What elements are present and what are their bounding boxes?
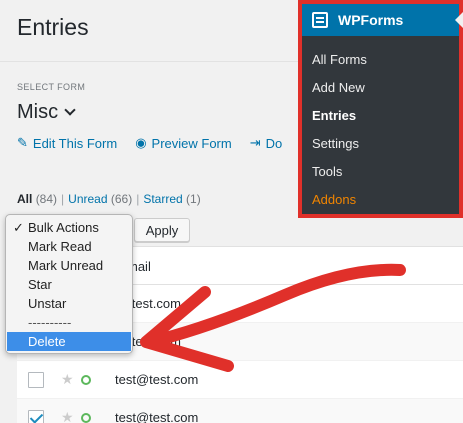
page-title: Entries [17, 14, 89, 40]
edit-form-label: Edit This Form [32, 135, 118, 151]
menu-item-addons[interactable]: Addons [302, 186, 459, 214]
bulk-option-mark-read[interactable]: Mark Read [6, 237, 132, 256]
menu-item-settings[interactable]: Settings [302, 130, 459, 158]
form-selector-value: Misc [17, 101, 59, 123]
menu-item-entries[interactable]: Entries [302, 102, 459, 130]
bulk-option-star[interactable]: Star [6, 275, 132, 294]
wpforms-menu-title: WPForms [338, 12, 404, 28]
preview-form-label: Preview Form [151, 135, 232, 151]
wpforms-admin-menu: WPForms All Forms Add New Entries Settin… [298, 0, 463, 218]
eye-icon: ◉ [135, 135, 147, 150]
row-checkbox-checked[interactable] [28, 410, 44, 423]
form-actions: ✎ Edit This Form ◉ Preview Form ⇥ Do [17, 135, 282, 151]
wpforms-logo-icon [312, 12, 328, 28]
read-status-icon[interactable] [81, 413, 91, 423]
filter-separator: | [61, 192, 65, 206]
entry-email[interactable]: test@test.com [115, 410, 198, 423]
wpforms-menu-header[interactable]: WPForms [302, 4, 463, 36]
star-icon[interactable]: ★ [61, 409, 74, 423]
filter-unread[interactable]: Unread (66) [68, 192, 132, 206]
bulk-option-unstar[interactable]: Unstar [6, 294, 132, 313]
export-icon: ⇥ [249, 135, 261, 150]
filter-separator: | [136, 192, 140, 206]
form-selector[interactable]: Misc [17, 101, 76, 124]
chevron-down-icon [64, 104, 76, 116]
select-form-label: SELECT FORM [17, 82, 86, 92]
header-divider [0, 61, 300, 62]
menu-item-all-forms[interactable]: All Forms [302, 46, 459, 74]
row-checkbox[interactable] [28, 372, 44, 388]
table-row[interactable]: ★ test@test.com [17, 361, 463, 399]
menu-item-add-new[interactable]: Add New [302, 74, 459, 102]
entry-filters: All (84) | Unread (66) | Starred (1) [17, 192, 201, 206]
star-icon[interactable]: ★ [61, 371, 74, 388]
read-status-icon[interactable] [81, 375, 91, 385]
checkmark-icon: ✓ [13, 220, 24, 235]
download-label: Do [265, 135, 283, 151]
menu-item-tools[interactable]: Tools [302, 158, 459, 186]
preview-form-link[interactable]: ◉ Preview Form [135, 135, 232, 151]
filter-starred[interactable]: Starred (1) [143, 192, 200, 206]
edit-form-link[interactable]: ✎ Edit This Form [17, 135, 117, 151]
bulk-option-mark-unread[interactable]: Mark Unread [6, 256, 132, 275]
entry-email[interactable]: test@test.com [115, 372, 198, 387]
table-row[interactable]: ★ test@test.com [17, 399, 463, 423]
bulk-actions-dropdown[interactable]: ✓ Bulk Actions Mark Read Mark Unread Sta… [5, 214, 133, 354]
download-link[interactable]: ⇥ Do [250, 135, 283, 151]
bulk-option-delete[interactable]: Delete [7, 332, 131, 351]
filter-all[interactable]: All (84) [17, 192, 57, 206]
bulk-option-bulk-actions[interactable]: ✓ Bulk Actions [6, 218, 132, 237]
menu-pointer-icon [455, 12, 463, 28]
pencil-icon: ✎ [17, 135, 28, 150]
apply-button[interactable]: Apply [134, 218, 190, 242]
bulk-option-divider: ---------- [28, 315, 72, 330]
